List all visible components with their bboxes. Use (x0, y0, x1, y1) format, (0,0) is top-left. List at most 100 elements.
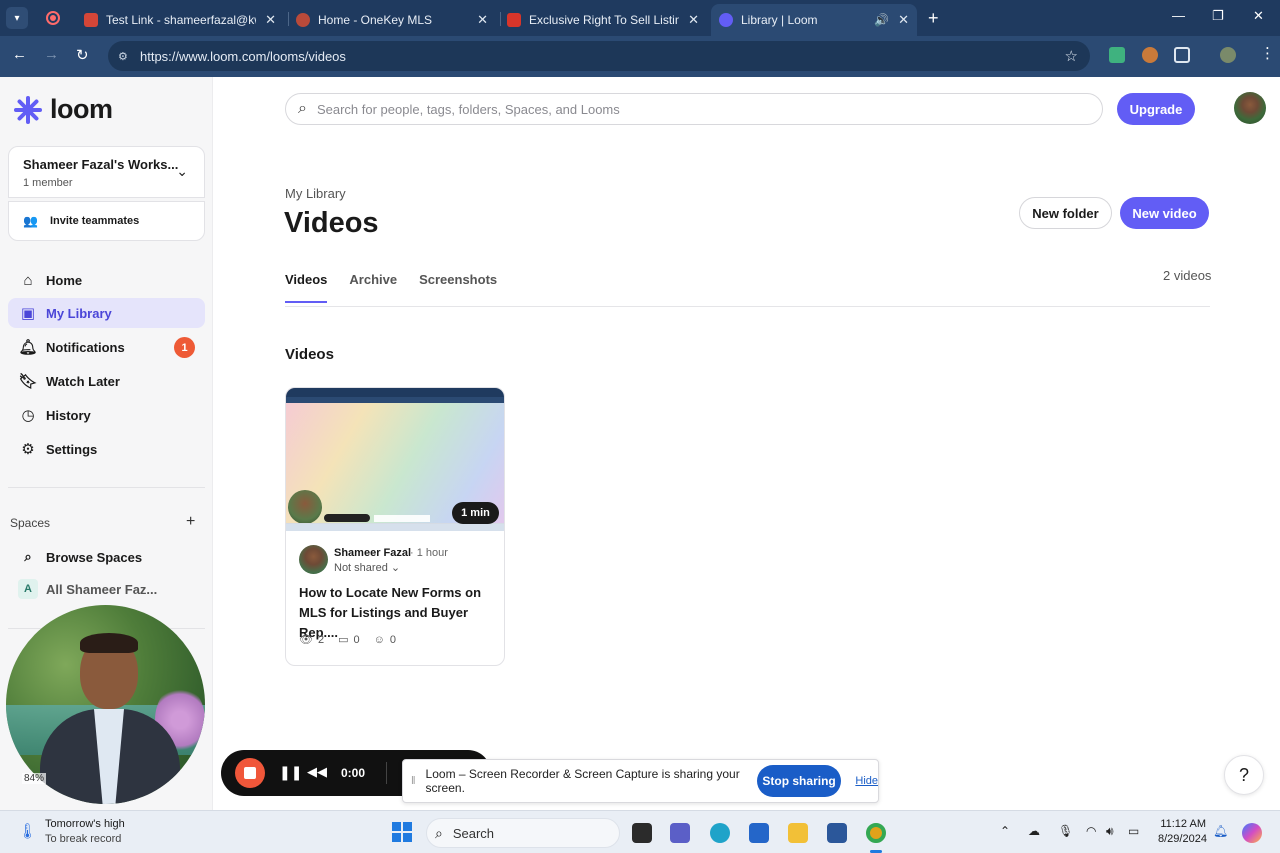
kebab-menu-icon[interactable]: ⋮ (1260, 44, 1275, 62)
notification-bell-icon[interactable]: 🔔︎ (1213, 824, 1228, 838)
new-folder-button[interactable]: New folder (1019, 197, 1112, 229)
sidebar-item-watch-later[interactable]: 🔖︎ Watch Later (8, 366, 205, 396)
loom-logo[interactable]: loom (14, 94, 113, 125)
close-icon[interactable]: ✕ (477, 12, 488, 28)
tab-search-dropdown[interactable]: ▾ (6, 7, 28, 29)
store-icon[interactable] (749, 823, 769, 843)
close-icon[interactable]: ✕ (265, 12, 276, 28)
edge-icon[interactable] (710, 823, 730, 843)
url-text[interactable]: https://www.loom.com/looms/videos (140, 49, 346, 64)
sidebar-item-home[interactable]: ⌂ Home (8, 265, 205, 295)
tab-gmail[interactable]: Test Link - shameerfazal@kw.co ✕ (84, 4, 284, 36)
back-arrow-icon[interactable]: ← (12, 46, 27, 63)
system-clock[interactable]: 11:12 AM 8/29/2024 (1158, 817, 1207, 847)
drag-handle-icon[interactable]: ‖ (411, 775, 416, 787)
windows-taskbar: 🌡︎ Tomorrow's high To break record ⌕ Sea… (0, 810, 1280, 853)
pdf-icon (507, 13, 521, 27)
sharing-status-dropdown[interactable]: Not shared ⌄ (334, 561, 400, 574)
restart-icon[interactable]: ◀◀ (307, 764, 327, 780)
video-stats: 👁︎ 2 ▭ 0 ☺ 0 (299, 633, 410, 647)
video-age-text: 1 hour (416, 547, 448, 559)
tab-screenshots[interactable]: Screenshots (419, 272, 497, 303)
search-input[interactable]: ⌕ Search for people, tags, folders, Spac… (285, 93, 1103, 125)
help-button[interactable]: ? (1224, 755, 1264, 795)
new-video-button[interactable]: New video (1120, 197, 1209, 229)
word-icon[interactable] (827, 823, 847, 843)
sidebar-item-label: Settings (46, 441, 98, 457)
forward-arrow-icon[interactable]: → (44, 46, 59, 63)
volume-icon[interactable]: 🔊︎ (1106, 824, 1114, 839)
close-icon[interactable]: ✕ (688, 12, 699, 28)
site-info-icon[interactable]: ⚙ (118, 50, 132, 63)
chevron-down-icon: ⌄ (390, 562, 401, 574)
address-bar[interactable]: ⚙ https://www.loom.com/looms/videos ☆ (108, 41, 1090, 71)
teams-icon[interactable] (670, 823, 690, 843)
tab-divider (288, 12, 289, 26)
tab-onekey-mls[interactable]: Home - OneKey MLS ✕ (296, 4, 496, 36)
smiley-icon: ☺ (373, 633, 385, 646)
chevron-down-icon[interactable]: ⌄ (176, 163, 188, 180)
add-space-icon[interactable]: + (186, 513, 195, 531)
file-explorer-icon[interactable] (788, 823, 808, 843)
weather-subtitle[interactable]: To break record (45, 833, 121, 845)
author-name[interactable]: Shameer Fazal (334, 547, 411, 559)
wifi-icon[interactable]: ◠ (1086, 824, 1096, 838)
task-view-icon[interactable] (632, 823, 652, 843)
tab-loom-library[interactable]: Library | Loom 🔊 ✕ (711, 4, 917, 36)
share-message: Loom – Screen Recorder & Screen Capture … (425, 767, 740, 795)
chrome-icon[interactable] (866, 823, 886, 843)
space-label: All Shameer Faz... (46, 581, 158, 597)
breadcrumb[interactable]: My Library (285, 186, 346, 201)
tab-archive[interactable]: Archive (349, 272, 397, 303)
sidebar-item-label: My Library (46, 305, 112, 321)
tab-pdf-listing[interactable]: Exclusive Right To Sell Listing A ✕ (507, 4, 707, 36)
thermometer-icon[interactable]: 🌡︎ (18, 822, 37, 842)
thumbnail-camera-bubble (288, 490, 322, 524)
taskbar-search[interactable]: ⌕ Search (426, 818, 620, 848)
upgrade-button[interactable]: Upgrade (1117, 93, 1195, 125)
video-thumbnail[interactable]: 1 min (286, 388, 504, 531)
screen-share-notification: ‖ Loom – Screen Recorder & Screen Captur… (402, 759, 879, 803)
comments-stat: ▭ 0 (338, 633, 360, 647)
tab-title: Test Link - shameerfazal@kw.co (106, 13, 256, 27)
tab-videos[interactable]: Videos (285, 272, 328, 303)
author-avatar[interactable] (299, 545, 328, 574)
sidebar-item-settings[interactable]: ⚙ Settings (8, 434, 205, 464)
extension-icon[interactable] (1142, 47, 1158, 63)
restore-icon[interactable]: ❐ (1212, 8, 1224, 24)
battery-icon[interactable]: ▭ (1128, 824, 1139, 838)
clock-date: 8/29/2024 (1158, 833, 1207, 845)
new-tab-button[interactable]: + (928, 8, 939, 29)
user-avatar[interactable] (1234, 92, 1266, 124)
puzzle-extensions-icon[interactable] (1174, 47, 1190, 63)
browse-spaces-link[interactable]: ⌕ Browse Spaces (8, 543, 205, 571)
sidebar-item-my-library[interactable]: ▣ My Library (8, 298, 205, 328)
space-all-shameer[interactable]: A All Shameer Faz... (8, 575, 205, 603)
copilot-icon[interactable] (1242, 823, 1262, 843)
pause-icon[interactable]: ❚❚ (279, 764, 302, 781)
page-title: Videos (284, 207, 379, 239)
audio-playing-icon[interactable]: 🔊 (874, 13, 889, 27)
stop-recording-button[interactable] (235, 758, 265, 788)
onedrive-icon[interactable]: ☁ (1028, 824, 1040, 838)
video-card[interactable]: 1 min Shameer Fazal · 1 hour Not shared … (285, 387, 505, 666)
minimize-icon[interactable]: — (1172, 8, 1185, 23)
workspace-switcher[interactable]: Shameer Fazal's Works... 1 member ⌄ (8, 146, 205, 198)
close-icon[interactable]: ✕ (898, 12, 909, 28)
invite-teammates-button[interactable]: 👥 Invite teammates (8, 201, 205, 241)
loom-burst-icon (14, 95, 42, 124)
extension-icon[interactable] (1109, 47, 1125, 63)
bookmark-icon: 🔖︎ (18, 373, 38, 390)
chevron-up-icon[interactable]: ⌃ (1000, 824, 1010, 838)
hide-link[interactable]: Hide (855, 775, 878, 787)
window-close-icon[interactable]: ✕ (1253, 8, 1264, 24)
reload-icon[interactable]: ↻ (76, 46, 89, 64)
windows-start-icon[interactable] (392, 822, 412, 842)
weather-title[interactable]: Tomorrow's high (45, 818, 125, 830)
sidebar-item-notifications[interactable]: 🔔︎ Notifications 1 (8, 332, 205, 362)
microphone-icon[interactable]: 🎙︎ (1058, 824, 1073, 838)
sidebar-item-history[interactable]: ◷ History (8, 400, 205, 430)
stop-sharing-button[interactable]: Stop sharing (756, 765, 842, 797)
profile-avatar-icon[interactable] (1220, 47, 1236, 63)
bookmark-star-icon[interactable]: ☆ (1065, 47, 1078, 65)
